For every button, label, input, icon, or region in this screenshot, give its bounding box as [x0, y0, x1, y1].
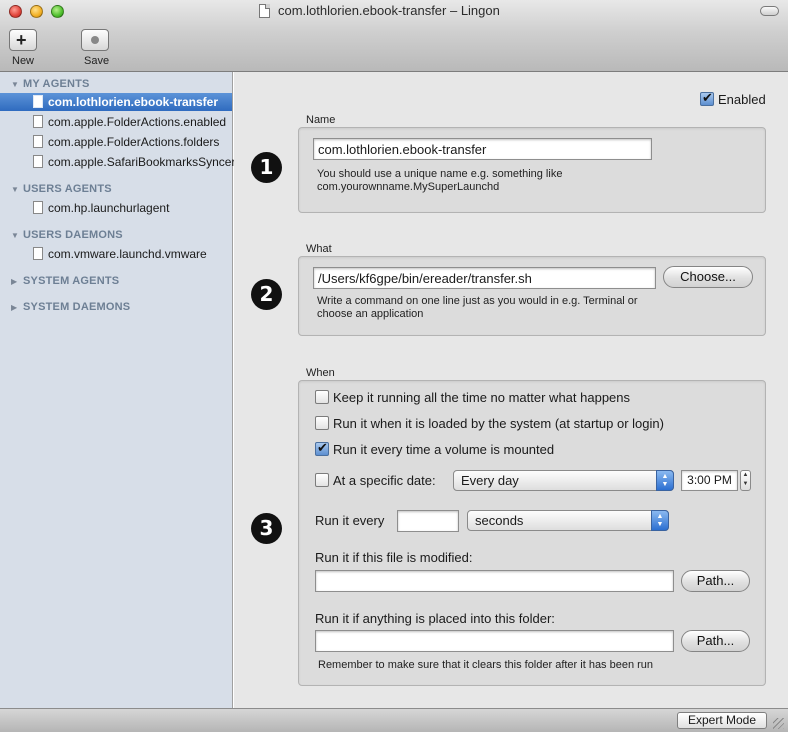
new-button-label: New: [12, 55, 35, 67]
editor-pane: Enabled Name 1 com.lothlorien.ebook-tran…: [234, 72, 788, 708]
when-section-title: When: [306, 367, 335, 379]
disclosure-expanded-icon: ▼: [11, 185, 19, 194]
file-path-button[interactable]: Path...: [681, 570, 750, 592]
queue-folder-field[interactable]: [315, 630, 674, 652]
save-button[interactable]: [81, 29, 109, 51]
name-hint-line1: You should use a unique name e.g. someth…: [317, 168, 563, 180]
bottom-bar: Expert Mode: [0, 708, 788, 732]
disclosure-collapsed-icon: ▶: [11, 303, 18, 312]
close-window-button[interactable]: [9, 5, 22, 18]
keep-running-label: Keep it running all the time no matter w…: [333, 390, 631, 405]
popup-arrows-icon: ▲ ▼: [651, 510, 669, 531]
specific-date-checkbox[interactable]: [315, 473, 329, 487]
disclosure-collapsed-icon: ▶: [11, 277, 18, 286]
run-on-mount-label: Run it every time a volume is mounted: [333, 442, 555, 457]
keep-running-checkbox[interactable]: [315, 390, 329, 404]
command-field[interactable]: /Users/kf6gpe/bin/ereader/transfer.sh: [313, 267, 656, 289]
expert-mode-button[interactable]: Expert Mode: [677, 712, 767, 729]
toolbar-toggle-button[interactable]: [760, 6, 779, 16]
sidebar-item-ebook-transfer[interactable]: com.lothlorien.ebook-transfer: [0, 93, 232, 111]
file-icon: [33, 201, 43, 214]
name-section-title: Name: [306, 114, 336, 126]
popup-arrows-icon: ▲ ▼: [656, 470, 674, 491]
name-field[interactable]: com.lothlorien.ebook-transfer: [313, 138, 652, 160]
choose-button[interactable]: Choose...: [663, 266, 753, 288]
plus-icon: +: [16, 30, 27, 50]
save-button-label: Save: [84, 55, 110, 67]
sidebar-item-folderactions-folders[interactable]: com.apple.FolderActions.folders: [0, 133, 232, 151]
run-at-load-label: Run it when it is loaded by the system (…: [333, 416, 664, 431]
sidebar-item-safaribookmarkssyncer[interactable]: com.apple.SafariBookmarksSyncer: [0, 153, 235, 171]
name-hint-line2: com.yourownname.MySuperLaunchd: [317, 181, 500, 193]
folder-path-button[interactable]: Path...: [681, 630, 750, 652]
window-title: com.lothlorien.ebook-transfer – Lingon: [278, 3, 500, 18]
run-at-load-checkbox[interactable]: [315, 416, 329, 430]
what-hint-line2: choose an application: [317, 308, 424, 320]
file-icon: [33, 95, 43, 108]
file-icon: [33, 247, 43, 260]
folder-hint: Remember to make sure that it clears thi…: [318, 659, 654, 671]
run-on-mount-checkbox[interactable]: [315, 440, 329, 456]
sidebar-item-folderactions-enabled[interactable]: com.apple.FolderActions.enabled: [0, 113, 232, 131]
file-icon: [33, 135, 43, 148]
time-field[interactable]: 3:00 PM: [681, 470, 738, 491]
window-toolbar: com.lothlorien.ebook-transfer – Lingon +…: [0, 0, 788, 72]
step-3-badge: 3: [251, 513, 282, 544]
resize-grip-icon[interactable]: [773, 718, 784, 729]
time-stepper[interactable]: ▲ ▼: [740, 470, 751, 491]
enabled-label: Enabled: [718, 92, 766, 107]
date-frequency-select[interactable]: Every day ▲ ▼: [453, 470, 674, 491]
what-hint-line1: Write a command on one line just as you …: [317, 295, 638, 307]
file-modified-label: Run it if this file is modified:: [315, 550, 473, 565]
new-button[interactable]: +: [9, 29, 37, 51]
step-2-badge: 2: [251, 279, 282, 310]
enabled-checkbox[interactable]: [700, 90, 714, 106]
minimize-window-button[interactable]: [30, 5, 43, 18]
specific-date-label: At a specific date:: [333, 473, 436, 488]
watch-file-field[interactable]: [315, 570, 674, 592]
sidebar-item-vmware-launchd[interactable]: com.vmware.launchd.vmware: [0, 245, 232, 263]
disclosure-expanded-icon: ▼: [11, 80, 19, 89]
document-icon: [259, 4, 270, 18]
file-icon: [33, 115, 43, 128]
save-dot-icon: [91, 36, 99, 44]
what-section-title: What: [306, 243, 332, 255]
sidebar: ▼ MY AGENTS com.lothlorien.ebook-transfe…: [0, 72, 235, 708]
file-icon: [33, 155, 43, 168]
interval-unit-select[interactable]: seconds ▲ ▼: [467, 510, 669, 531]
zoom-window-button[interactable]: [51, 5, 64, 18]
step-1-badge: 1: [251, 152, 282, 183]
disclosure-expanded-icon: ▼: [11, 231, 19, 240]
run-every-label: Run it every: [315, 513, 385, 528]
folder-label: Run it if anything is placed into this f…: [315, 611, 555, 626]
sidebar-item-hp-launchurlagent[interactable]: com.hp.launchurlagent: [0, 199, 232, 217]
interval-field[interactable]: [397, 510, 459, 532]
